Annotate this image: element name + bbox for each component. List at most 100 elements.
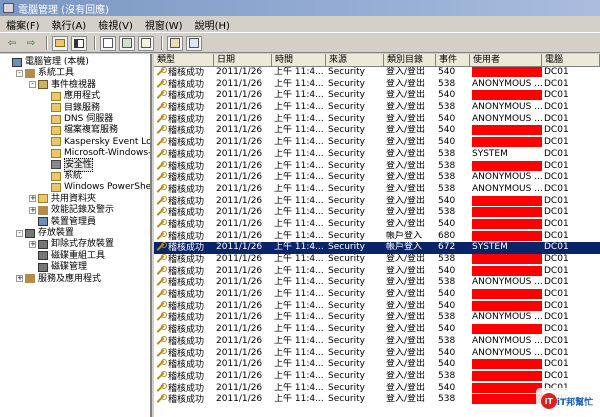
tree-item[interactable]: Windows PowerShell <box>42 181 150 193</box>
table-row[interactable]: 稽核成功2011/1/26上午 11:4...Security登入/登出540D… <box>154 324 600 336</box>
column-header-0[interactable]: 類型 <box>154 54 214 67</box>
expand-icon[interactable]: + <box>29 206 36 214</box>
table-row[interactable]: 稽核成功 2011/1/26 上午 11:4... Security 登入/登出 538 A… <box>154 183 600 196</box>
table-row[interactable]: 稽核成功2011/1/26上午 11:4...Security登入/登出540D… <box>154 218 600 231</box>
cell-0: 稽核成功 <box>154 137 214 149</box>
table-row[interactable]: 稽核成功 2011/1/26 上午 11:4... Security 帳戶登入 680 DC… <box>154 230 600 243</box>
table-row[interactable]: 稽核成功2011/1/26上午 11:4...Security登入/登出540D… <box>154 125 600 137</box>
table-row[interactable]: 稽核成功2011/1/26上午 11:4...Security登入/登出540D… <box>154 67 600 79</box>
menu-view[interactable]: 檢視(V) <box>92 17 139 32</box>
tree-item[interactable]: 電腦管理 (本機) <box>3 56 89 68</box>
export-list-button[interactable] <box>138 35 154 51</box>
tree-item[interactable]: 磁碟重組工具 <box>29 250 105 262</box>
table-row[interactable]: 稽核成功 2011/1/26 上午 11:4... Security 登入/登出 538 S… <box>154 148 600 161</box>
table-row[interactable]: 稽核成功2011/1/26上午 11:4...Security登入/登出540D… <box>154 195 600 208</box>
tree-item[interactable]: + 效能記錄及警示 <box>29 204 114 216</box>
table-row[interactable]: 稽核成功 2011/1/26 上午 11:4... Security 登入/登出 538 A… <box>154 102 600 114</box>
column-header-3[interactable]: 來源 <box>326 54 384 67</box>
tree-item[interactable]: Kaspersky Event Log <box>42 136 150 148</box>
table-row[interactable]: 稽核成功 2011/1/26 上午 11:4... Security 登入/登出 540 A… <box>154 347 600 360</box>
tree-item[interactable]: + 共用資料夾 <box>29 193 96 205</box>
tree-item[interactable]: 裝置管理員 <box>29 216 96 228</box>
menu-window[interactable]: 視窗(W) <box>139 17 189 32</box>
tree-item[interactable]: - 系統工具 <box>16 67 74 79</box>
show-hide-tree-button[interactable] <box>71 35 87 51</box>
view-button[interactable] <box>186 35 202 51</box>
table-row[interactable]: 稽核成功2011/1/26上午 11:4...Security登入/登出538D… <box>154 160 600 173</box>
cell-0: 稽核成功 <box>154 125 214 137</box>
table-row[interactable]: 稽核成功2011/1/26上午 11:4...Security登入/登出540D… <box>154 137 600 149</box>
cell-4: 登入/登出 <box>386 160 426 171</box>
table-row[interactable]: 稽核成功2011/1/26上午 11:4...Security登入/登出540D… <box>154 289 600 301</box>
table-row[interactable]: 稽核成功2011/1/26上午 11:4...Security登入/登出540D… <box>154 265 600 278</box>
refresh-button[interactable] <box>119 35 135 51</box>
table-row[interactable]: 稽核成功2011/1/26上午 11:4...Security登入/登出538D… <box>154 370 600 383</box>
back-arrow-icon: ⇦ <box>7 37 17 49</box>
cell-4: 登入/登出 <box>386 312 426 323</box>
expand-icon[interactable]: + <box>16 275 23 283</box>
column-header-5[interactable]: 事件 <box>436 54 470 67</box>
table-row[interactable]: 稽核成功2011/1/26上午 11:4...Security登入/登出538D… <box>154 207 600 219</box>
tree-item[interactable]: - 事件檢視器 <box>29 79 96 91</box>
collapse-icon[interactable]: - <box>16 69 23 77</box>
cell-3: Security <box>328 324 365 335</box>
menu-file[interactable]: 檔案(F) <box>0 17 46 32</box>
tree-item[interactable]: - 存放裝置 <box>16 227 74 239</box>
tree-item[interactable]: 磁碟管理 <box>29 261 87 273</box>
tree-item[interactable]: 安全性 <box>42 157 94 172</box>
cell-2: 上午 11:4... <box>274 382 324 393</box>
table-row[interactable]: 稽核成功 2011/1/26 上午 11:4... Security 登入/登出 538 A… <box>154 277 600 289</box>
tree-item-label: DNS 伺服器 <box>64 114 114 124</box>
audit-key-icon <box>156 394 167 403</box>
tree-item[interactable]: 檔案複寫服務 <box>42 124 118 136</box>
table-row[interactable]: 稽核成功 2011/1/26 上午 11:4... Security 帳戶登入 672 SY… <box>154 242 600 254</box>
table-row[interactable]: 稽核成功2011/1/26上午 11:4...Security登入/登出538D… <box>154 394 600 406</box>
table-row[interactable]: 稽核成功2011/1/26上午 11:4...Security登入/登出540D… <box>154 382 600 395</box>
help-button[interactable] <box>167 35 183 51</box>
tree-item[interactable]: + 卸除式存放裝置 <box>29 238 114 250</box>
cell-7: DC01 <box>544 67 569 77</box>
event-type: 稽核成功 <box>168 114 205 125</box>
table-row[interactable]: 稽核成功2011/1/26上午 11:4...Security登入/登出540D… <box>154 300 600 313</box>
properties-button[interactable] <box>100 35 116 51</box>
table-row[interactable]: 稽核成功 2011/1/26 上午 11:4... Security 登入/登出 538 A… <box>154 172 600 184</box>
column-header-7[interactable]: 電腦 <box>542 54 600 67</box>
column-header-1[interactable]: 日期 <box>214 54 272 67</box>
table-row[interactable]: 稽核成功2011/1/26上午 11:4...Security登入/登出540D… <box>154 359 600 371</box>
menu-action[interactable]: 執行(A) <box>46 17 93 32</box>
table-row[interactable]: 稽核成功 2011/1/26 上午 11:4... Security 登入/登出 540 A… <box>154 113 600 126</box>
expand-icon[interactable]: + <box>29 195 36 203</box>
cell-6: SYSTEM <box>472 148 508 159</box>
defrag-icon <box>38 251 48 261</box>
cell-3: Security <box>328 183 365 194</box>
redacted-user <box>472 289 542 300</box>
up-one-level-button[interactable] <box>52 35 68 51</box>
forward-button[interactable]: ⇨ <box>23 36 39 51</box>
menu-help[interactable]: 說明(H) <box>189 17 236 32</box>
tree-item[interactable]: Microsoft-Windows-For <box>42 147 150 159</box>
table-row[interactable]: 稽核成功 2011/1/26 上午 11:4... Security 登入/登出 538 A… <box>154 312 600 324</box>
column-header-4[interactable]: 類別目錄 <box>384 54 436 67</box>
event-viewer-icon <box>38 80 48 90</box>
column-header-6[interactable]: 使用者 <box>470 54 542 67</box>
audit-key-icon <box>156 277 167 286</box>
column-header-2[interactable]: 時間 <box>272 54 326 67</box>
table-row[interactable]: 稽核成功 2011/1/26 上午 11:4... Security 登入/登出 538 A… <box>154 335 600 348</box>
cell-4: 登入/登出 <box>386 277 426 288</box>
tree-item[interactable]: + 服務及應用程式 <box>16 273 101 285</box>
cell-3: Security <box>328 370 365 381</box>
table-row[interactable]: 稽核成功2011/1/26上午 11:4...Security登入/登出540D… <box>154 90 600 102</box>
collapse-icon[interactable]: - <box>29 81 36 89</box>
audit-key-icon <box>156 254 167 263</box>
table-row[interactable]: 稽核成功2011/1/26上午 11:4...Security登入/登出538D… <box>154 254 600 266</box>
tree-item[interactable]: DNS 伺服器 <box>42 113 113 125</box>
table-row[interactable]: 稽核成功 2011/1/26 上午 11:4... Security 登入/登出 538 A… <box>154 78 600 91</box>
expand-icon[interactable]: + <box>29 240 36 248</box>
tree-item[interactable]: 系統 <box>42 170 82 182</box>
tree-item[interactable]: 目錄服務 <box>42 102 100 114</box>
back-button[interactable]: ⇦ <box>4 36 20 51</box>
cell-4: 登入/登出 <box>386 172 426 183</box>
collapse-icon[interactable]: - <box>16 229 23 237</box>
tree-item[interactable]: 應用程式 <box>42 90 100 102</box>
